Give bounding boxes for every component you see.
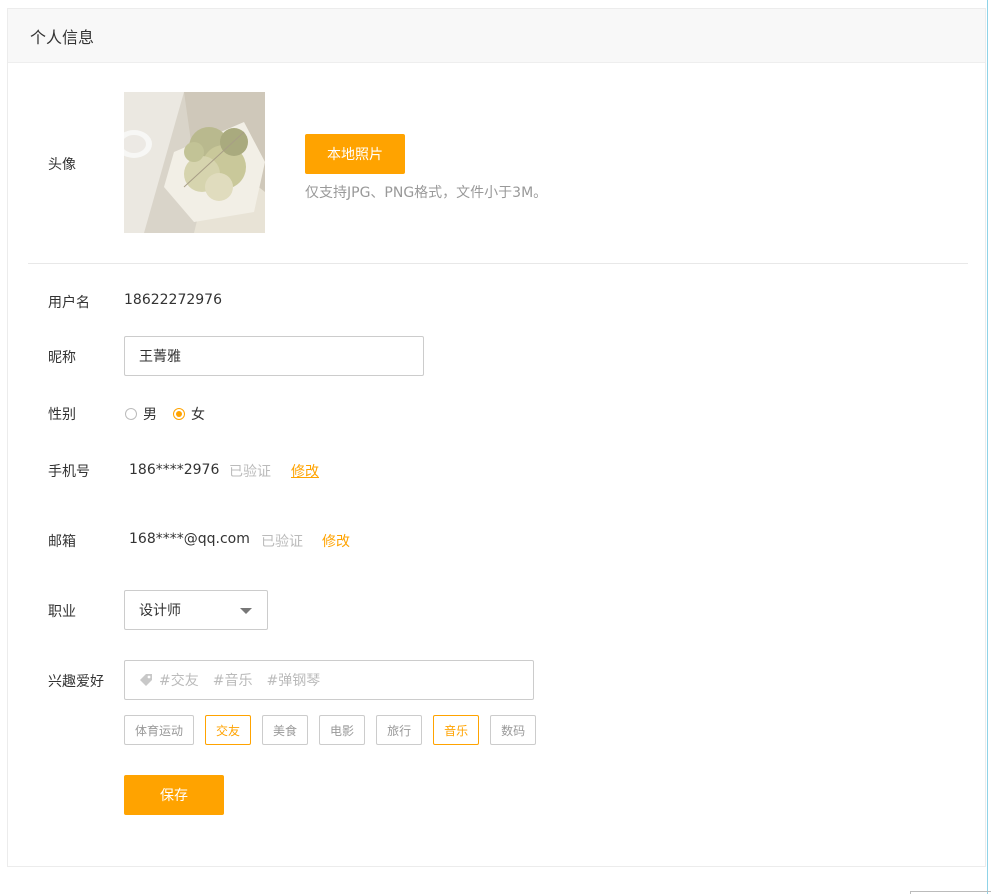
interest-chip-social[interactable]: 交友 <box>205 715 252 745</box>
avatar-label: 头像 <box>48 157 76 173</box>
save-button[interactable]: 保存 <box>124 775 224 815</box>
gender-female-label: 女 <box>191 407 205 423</box>
occupation-label: 职业 <box>48 604 76 620</box>
nickname-label: 昵称 <box>48 350 76 366</box>
gender-option-female[interactable]: 女 <box>173 404 205 424</box>
username-label: 用户名 <box>48 295 90 311</box>
phone-edit-link[interactable]: 修改 <box>291 461 319 481</box>
interest-chip-music[interactable]: 音乐 <box>433 715 480 745</box>
upload-hint: 仅支持JPG、PNG格式，文件小于3M。 <box>305 185 548 201</box>
interests-label: 兴趣爱好 <box>48 674 104 690</box>
radio-female[interactable] <box>173 408 185 420</box>
gender-option-male[interactable]: 男 <box>125 404 157 424</box>
avatar-image <box>124 92 265 233</box>
gender-radio-group: 男 女 <box>125 404 221 424</box>
panel-header: 个人信息 <box>8 9 985 63</box>
interest-chip-movies[interactable]: 电影 <box>319 715 366 745</box>
interest-chips: 体育运动 交友 美食 电影 旅行 音乐 数码 <box>124 715 547 745</box>
email-value: 168****@qq.com <box>129 531 250 547</box>
phone-status: 已验证 <box>229 464 271 480</box>
email-label: 邮箱 <box>48 534 76 550</box>
email-status: 已验证 <box>261 534 303 550</box>
avatar-photo <box>124 92 265 233</box>
gender-label: 性别 <box>48 407 76 423</box>
right-edge-line <box>987 0 988 894</box>
interest-chip-food[interactable]: 美食 <box>262 715 309 745</box>
radio-male[interactable] <box>125 408 137 420</box>
phone-label: 手机号 <box>48 464 90 480</box>
email-edit-link[interactable]: 修改 <box>322 531 350 551</box>
nickname-input[interactable] <box>124 336 424 376</box>
gender-male-label: 男 <box>143 407 157 423</box>
corner-line <box>910 891 991 892</box>
page-title: 个人信息 <box>30 27 95 47</box>
interests-input[interactable]: #交友 #音乐 #弹钢琴 <box>124 660 534 700</box>
section-divider <box>28 263 968 264</box>
tag-icon <box>140 674 152 686</box>
username-value: 18622272976 <box>124 292 222 308</box>
interest-tag: #弹钢琴 <box>266 673 321 689</box>
chevron-down-icon <box>240 608 252 614</box>
interest-tag: #音乐 <box>212 673 253 689</box>
phone-value: 186****2976 <box>129 462 220 478</box>
occupation-select[interactable]: 设计师 <box>124 590 268 630</box>
interest-tag: #交友 <box>159 673 199 689</box>
occupation-value: 设计师 <box>139 603 181 619</box>
interest-chip-travel[interactable]: 旅行 <box>376 715 423 745</box>
interest-chip-sports[interactable]: 体育运动 <box>124 715 195 745</box>
interest-chip-digital[interactable]: 数码 <box>490 715 537 745</box>
upload-photo-button[interactable]: 本地照片 <box>305 134 405 174</box>
